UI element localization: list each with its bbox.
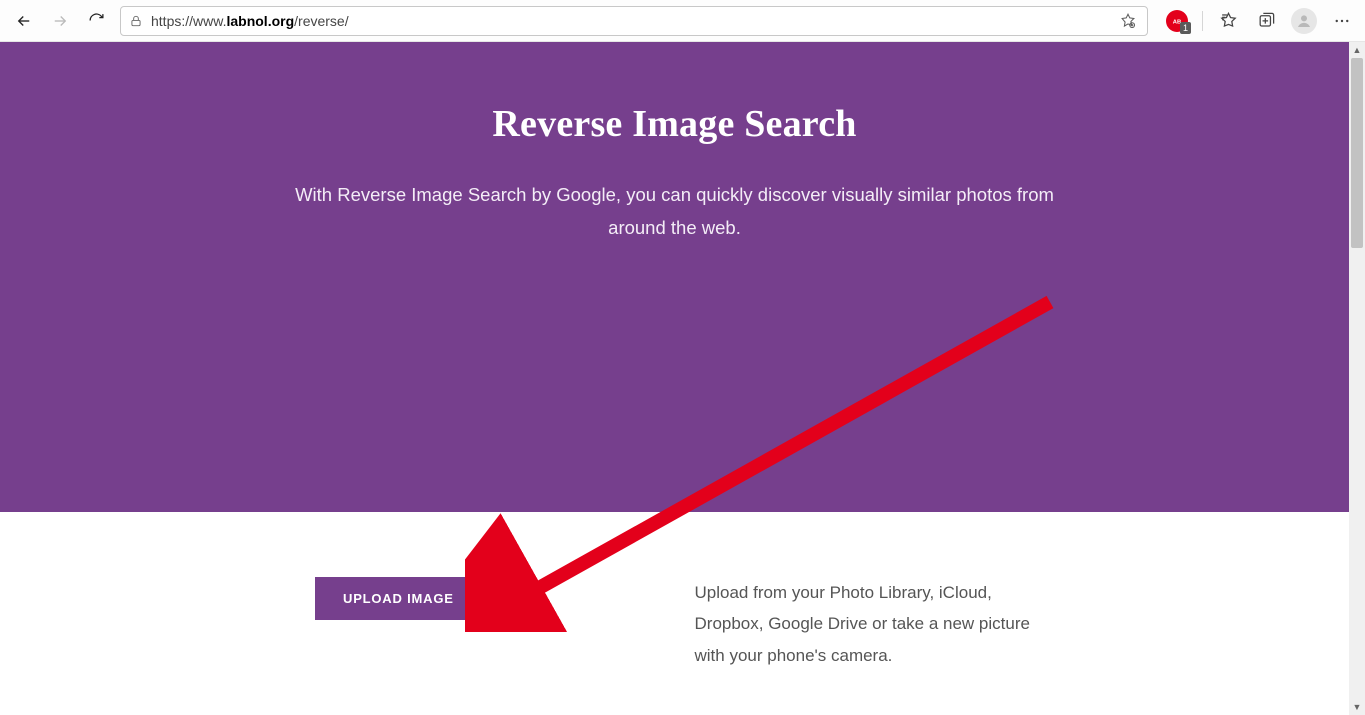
- page-subtitle: With Reverse Image Search by Google, you…: [285, 178, 1065, 245]
- lock-icon: [129, 14, 143, 28]
- collections-button[interactable]: [1249, 5, 1283, 37]
- toolbar-divider: [1202, 11, 1203, 31]
- reader-star-icon: [1119, 12, 1137, 30]
- url-text: https://www.labnol.org/reverse/: [151, 13, 1111, 29]
- upload-left: UPLOAD IMAGE: [0, 577, 675, 715]
- adblock-button[interactable]: AB 1: [1160, 5, 1194, 37]
- more-icon: [1333, 12, 1351, 30]
- arrow-left-icon: [15, 12, 33, 30]
- url-prefix: https://www.: [151, 13, 226, 29]
- browser-toolbar: https://www.labnol.org/reverse/ AB 1: [0, 0, 1365, 42]
- back-button[interactable]: [6, 5, 42, 37]
- upload-section: UPLOAD IMAGE Upload from your Photo Libr…: [0, 512, 1349, 715]
- scroll-up-button[interactable]: ▲: [1349, 42, 1365, 58]
- menu-button[interactable]: [1325, 5, 1359, 37]
- forward-button[interactable]: [42, 5, 78, 37]
- page-title: Reverse Image Search: [0, 102, 1349, 146]
- scroll-down-button[interactable]: ▼: [1349, 699, 1365, 715]
- url-path: /reverse/: [294, 13, 348, 29]
- favorites-button[interactable]: [1211, 5, 1245, 37]
- vertical-scrollbar[interactable]: ▲ ▼: [1349, 42, 1365, 715]
- upload-right: Upload from your Photo Library, iCloud, …: [675, 577, 1350, 715]
- avatar-icon: [1291, 8, 1317, 34]
- upload-description: Upload from your Photo Library, iCloud, …: [695, 577, 1050, 671]
- collections-icon: [1257, 11, 1276, 30]
- scroll-thumb[interactable]: [1351, 58, 1363, 248]
- toolbar-right-icons: AB 1: [1154, 5, 1359, 37]
- refresh-icon: [88, 12, 105, 29]
- url-host: labnol.org: [226, 13, 294, 29]
- arrow-right-icon: [51, 12, 69, 30]
- refresh-button[interactable]: [78, 5, 114, 37]
- address-bar[interactable]: https://www.labnol.org/reverse/: [120, 6, 1148, 36]
- viewport: Reverse Image Search With Reverse Image …: [0, 42, 1365, 715]
- read-aloud-button[interactable]: [1117, 10, 1139, 32]
- star-icon: [1219, 11, 1238, 30]
- page-content: Reverse Image Search With Reverse Image …: [0, 42, 1349, 715]
- upload-image-button[interactable]: UPLOAD IMAGE: [315, 577, 482, 620]
- profile-button[interactable]: [1287, 5, 1321, 37]
- abp-icon: AB 1: [1166, 10, 1188, 32]
- abp-badge: 1: [1180, 22, 1191, 34]
- hero-section: Reverse Image Search With Reverse Image …: [0, 42, 1349, 512]
